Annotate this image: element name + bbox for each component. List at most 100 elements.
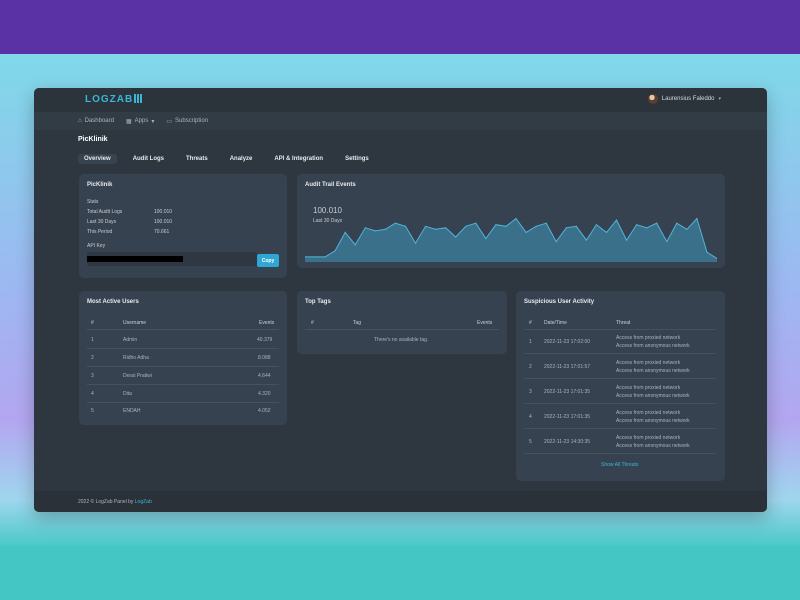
audit-trail-card: Audit Trail Events 100.010 Last 30 Days	[297, 174, 725, 268]
data-point[interactable]	[495, 224, 497, 226]
data-point[interactable]	[384, 228, 386, 230]
data-point[interactable]	[505, 225, 507, 227]
page-title: PicKlinik	[78, 136, 108, 143]
data-point[interactable]	[565, 227, 567, 229]
data-point[interactable]	[706, 251, 708, 253]
data-point[interactable]	[445, 227, 447, 229]
row-threat: Access from proxied network	[616, 385, 681, 391]
footer-link[interactable]: LogZab	[135, 499, 152, 505]
row-events: 4.644	[258, 373, 271, 379]
data-point[interactable]	[545, 222, 547, 224]
empty-tags-message: There's no available tag.	[374, 337, 429, 343]
data-point[interactable]	[595, 224, 597, 226]
data-point[interactable]	[575, 225, 577, 227]
divider	[87, 329, 279, 330]
data-point[interactable]	[485, 237, 487, 240]
data-point[interactable]	[636, 224, 638, 226]
home-icon: ⌂	[78, 118, 82, 124]
data-point[interactable]	[525, 231, 527, 233]
data-point[interactable]	[404, 225, 407, 227]
divider	[524, 428, 716, 429]
data-point[interactable]	[696, 218, 698, 220]
data-point[interactable]	[535, 225, 537, 227]
nav-item-apps[interactable]: ▦ Apps ▾	[126, 118, 154, 125]
tab-overview[interactable]: Overview	[78, 154, 117, 164]
data-point[interactable]	[314, 256, 316, 258]
nav-label: Apps	[134, 118, 149, 124]
divider	[87, 348, 279, 349]
col-header-number: #	[529, 320, 532, 326]
data-point[interactable]	[354, 244, 356, 246]
tab-settings[interactable]: Settings	[339, 154, 375, 164]
row-threat: Access from proxied network	[616, 335, 681, 341]
nav-item-subscription[interactable]: ▭ Subscription	[166, 118, 208, 125]
data-point[interactable]	[676, 222, 678, 224]
nav-label: Dashboard	[84, 118, 114, 124]
row-threat: Access from anonymous network	[616, 443, 690, 449]
row-username[interactable]: Dessi Pratiwi	[123, 373, 152, 379]
row-datetime: 2022-11-23 17:02:00	[544, 339, 591, 345]
data-point[interactable]	[374, 230, 376, 232]
col-header-events: Events	[259, 320, 275, 326]
col-header-events: Events	[477, 320, 493, 326]
row-username[interactable]: Ridho Adha	[123, 355, 149, 361]
data-point[interactable]	[656, 222, 658, 224]
card-icon: ▭	[166, 118, 173, 125]
logo-bars-icon	[134, 94, 144, 103]
tab-audit-logs[interactable]: Audit Logs	[127, 154, 170, 164]
row-datetime: 2022-11-23 17:01:35	[544, 389, 591, 395]
data-point[interactable]	[435, 228, 437, 230]
data-point[interactable]	[646, 227, 648, 229]
data-point[interactable]	[585, 239, 587, 241]
row-threat: Access from anonymous network	[616, 418, 690, 424]
data-point[interactable]	[324, 256, 326, 258]
row-username[interactable]: Admin	[123, 337, 137, 343]
data-point[interactable]	[344, 231, 346, 233]
row-datetime: 2022-11-23 17:01:35	[544, 414, 591, 420]
tab-api-integration[interactable]: API & Integration	[268, 154, 329, 164]
data-point[interactable]	[455, 236, 457, 238]
row-number: 1	[529, 339, 532, 345]
col-header-number: #	[311, 320, 314, 326]
data-point[interactable]	[425, 225, 427, 227]
nav-item-dashboard[interactable]: ⌂ Dashboard	[78, 118, 114, 124]
data-point[interactable]	[515, 218, 517, 220]
row-username[interactable]: Dita	[123, 391, 132, 397]
data-point[interactable]	[465, 225, 467, 227]
suspicious-activity-title: Suspicious User Activity	[524, 299, 595, 305]
data-point[interactable]	[364, 227, 366, 229]
row-number: 3	[529, 389, 532, 395]
data-point[interactable]	[334, 250, 336, 252]
data-point[interactable]	[686, 228, 688, 230]
row-events: 4.320	[258, 391, 271, 397]
data-point[interactable]	[555, 241, 557, 243]
tab-threats[interactable]: Threats	[180, 154, 214, 164]
row-events: 4.052	[258, 408, 271, 414]
copy-button[interactable]: Copy	[257, 254, 279, 267]
show-all-threats-link[interactable]: Show All Threats	[601, 462, 638, 468]
logo[interactable]: LOGZAB	[85, 94, 144, 105]
row-datetime: 2022-11-23 17:01:57	[544, 364, 591, 370]
row-number: 2	[91, 355, 94, 361]
stat-label: This Period	[87, 229, 113, 235]
col-header-username: Username	[123, 320, 147, 326]
row-number: 5	[529, 439, 532, 445]
data-point[interactable]	[414, 242, 417, 244]
data-point[interactable]	[626, 239, 628, 241]
tab-analyze[interactable]: Analyze	[224, 154, 259, 164]
divider	[87, 384, 279, 385]
data-point[interactable]	[615, 219, 618, 221]
user-menu[interactable]: Laurensius Faleddo ▾	[647, 94, 721, 104]
row-number: 3	[91, 373, 94, 379]
divider	[524, 403, 716, 404]
data-point[interactable]	[394, 222, 396, 224]
data-point[interactable]	[666, 241, 668, 243]
data-point[interactable]	[605, 231, 608, 233]
app-window: LOGZAB Laurensius Faleddo ▾ ⌂ Dashboard ▦…	[34, 88, 767, 512]
nav-bar: ⌂ Dashboard ▦ Apps ▾ ▭ Subscription	[34, 112, 767, 130]
area-fill	[305, 218, 717, 262]
row-username[interactable]: ENDAH	[123, 408, 141, 414]
divider	[524, 329, 716, 330]
row-threat: Access from anonymous network	[616, 343, 690, 349]
data-point[interactable]	[475, 222, 477, 224]
